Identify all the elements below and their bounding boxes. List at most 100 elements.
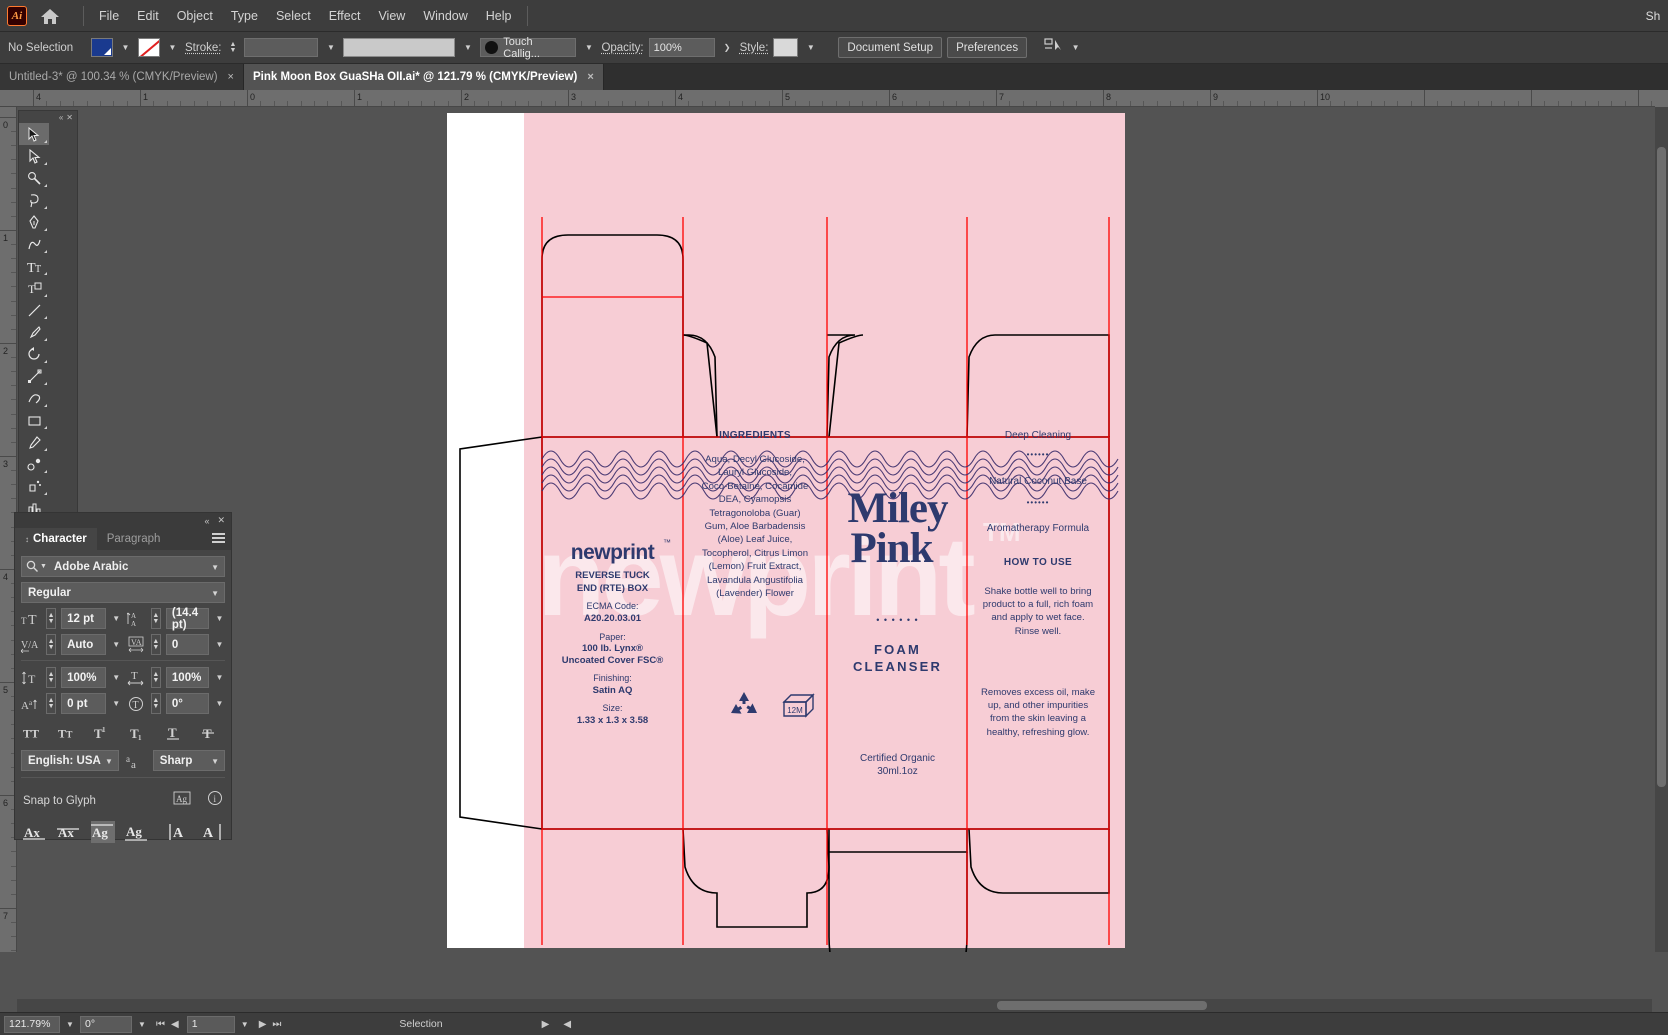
kerning-stepper[interactable]: ▲▼ [46,634,56,655]
stroke-profile-field[interactable] [343,38,455,57]
paintbrush-tool[interactable] [19,321,49,343]
preferences-button[interactable]: Preferences [947,37,1027,58]
rectangle-tool[interactable] [19,409,49,431]
horizontal-scrollbar[interactable] [17,999,1652,1012]
magic-wand-tool[interactable] [19,167,49,189]
vertical-scale-dropdown-icon[interactable]: ▼ [111,668,122,687]
eyedropper-tool[interactable] [19,431,49,453]
chevron-down-icon[interactable]: ▼ [105,757,113,766]
chevron-down-icon[interactable]: ▼ [211,563,219,572]
close-icon[interactable]: ✕ [217,515,225,526]
brush-dropdown-icon[interactable]: ▼ [581,38,596,57]
canvas-area[interactable]: newprint TM [17,107,1652,952]
line-segment-tool[interactable] [19,299,49,321]
snap-baseline-button[interactable]: Ax [23,821,47,843]
tab-paragraph[interactable]: Paragraph [97,528,171,550]
stroke-color-swatch[interactable] [138,38,160,57]
font-search-icon[interactable]: ▼ [26,560,47,573]
first-artboard-icon[interactable]: ⏮ [156,1019,165,1030]
kerning-input[interactable]: Auto [61,634,106,655]
vertical-scroll-thumb[interactable] [1657,147,1666,787]
font-size-stepper[interactable]: ▲▼ [46,608,56,629]
horizontal-scale-dropdown-icon[interactable]: ▼ [214,668,225,687]
character-rotation-input[interactable]: 0° [166,693,209,714]
snap-capheight-button[interactable]: Ag [91,821,115,843]
tab-character[interactable]: Character [15,528,97,550]
last-artboard-icon[interactable]: ⏭ [272,1019,281,1030]
align-glyph-left-button[interactable]: A [169,821,191,843]
close-icon[interactable]: × [228,71,234,83]
horizontal-scale-input[interactable]: 100% [166,667,209,688]
horizontal-scroll-thumb[interactable] [997,1001,1207,1010]
collapse-icon[interactable]: « [204,516,209,526]
align-dropdown-icon[interactable]: ▼ [1068,38,1083,57]
touch-type-tool[interactable]: T [19,277,49,299]
chevron-down-icon[interactable]: ▼ [211,589,219,598]
horizontal-scale-stepper[interactable]: ▲▼ [151,667,161,688]
superscript-button[interactable]: T1 [93,722,117,744]
tools-panel-grip[interactable]: «✕ [19,111,77,123]
strikethrough-button[interactable]: T [199,722,223,744]
tab-untitled-3[interactable]: Untitled-3* @ 100.34 % (CMYK/Preview) × [0,64,244,90]
stroke-weight-field[interactable] [244,38,318,57]
menu-help[interactable]: Help [477,5,521,27]
font-style-input[interactable]: Regular ▼ [21,582,225,603]
small-caps-button[interactable]: TT [58,722,82,744]
scale-tool[interactable] [19,365,49,387]
shaper-tool[interactable] [19,387,49,409]
zoom-dropdown-icon[interactable]: ▼ [64,1020,76,1029]
all-caps-button[interactable]: TT [23,722,47,744]
fill-color-swatch[interactable] [91,38,113,57]
font-family-input[interactable]: ▼ Adobe Arabic ▼ [21,556,225,577]
language-select[interactable]: English: USA ▼ [21,750,119,771]
rotation-input[interactable]: 0° [80,1016,132,1033]
lasso-tool[interactable] [19,189,49,211]
baseline-shift-dropdown-icon[interactable]: ▼ [111,694,122,713]
zoom-level-input[interactable]: 121.79% [4,1016,60,1033]
align-objects-icon[interactable] [1043,36,1063,59]
horizontal-ruler[interactable]: 41012345678910 [0,90,1668,107]
tab-pink-moon-box[interactable]: Pink Moon Box GuaSHa OII.ai* @ 121.79 % … [244,64,604,90]
previous-artboard-icon[interactable]: ◀ [171,1019,179,1030]
underline-button[interactable]: T [164,722,188,744]
vertical-scale-input[interactable]: 100% [61,667,106,688]
baseline-shift-input[interactable]: 0 pt [61,693,106,714]
stroke-profile-dropdown-icon[interactable]: ▼ [460,38,475,57]
character-panel-titlebar[interactable]: « ✕ [15,513,231,528]
font-size-input[interactable]: 12 pt [61,608,106,629]
selection-tool[interactable] [19,123,49,145]
align-glyph-right-button[interactable]: A [201,821,223,843]
next-artboard-icon[interactable]: ▶ [259,1019,267,1030]
status-prev-icon[interactable]: ◀ [563,1019,571,1030]
anti-alias-select[interactable]: Sharp ▼ [153,750,225,771]
stroke-dropdown-icon[interactable]: ▼ [165,38,180,57]
curvature-tool[interactable] [19,233,49,255]
menu-type[interactable]: Type [222,5,267,27]
artboard-dropdown-icon[interactable]: ▼ [239,1020,251,1029]
leading-stepper[interactable]: ▲▼ [151,608,161,629]
brush-definition-field[interactable]: Touch Callig... [480,38,576,57]
vertical-scale-stepper[interactable]: ▲▼ [46,667,56,688]
character-rotation-stepper[interactable]: ▲▼ [151,693,161,714]
snap-descender-button[interactable]: Ag [125,821,149,843]
character-rotation-dropdown-icon[interactable]: ▼ [214,694,225,713]
style-dropdown-icon[interactable]: ▼ [803,38,818,57]
document-setup-button[interactable]: Document Setup [838,37,942,58]
rotation-dropdown-icon[interactable]: ▼ [136,1020,148,1029]
leading-dropdown-icon[interactable]: ▼ [214,609,225,628]
menu-select[interactable]: Select [267,5,320,27]
subscript-button[interactable]: T1 [129,722,153,744]
artboard-number-input[interactable]: 1 [187,1016,235,1033]
share-button[interactable]: Sh [1638,0,1668,32]
vertical-scrollbar[interactable] [1655,107,1668,952]
stroke-weight-stepper[interactable]: ▲▼ [226,38,239,57]
menu-file[interactable]: File [90,5,128,27]
glyph-guides-icon[interactable]: Ag [173,790,193,811]
chevron-down-icon[interactable]: ▼ [211,757,219,766]
tracking-input[interactable]: 0 [166,634,209,655]
blend-tool[interactable] [19,453,49,475]
stroke-weight-dropdown-icon[interactable]: ▼ [323,38,338,57]
home-icon[interactable] [37,5,63,27]
tracking-dropdown-icon[interactable]: ▼ [214,635,225,654]
snap-xheight-button[interactable]: Ax [57,821,81,843]
